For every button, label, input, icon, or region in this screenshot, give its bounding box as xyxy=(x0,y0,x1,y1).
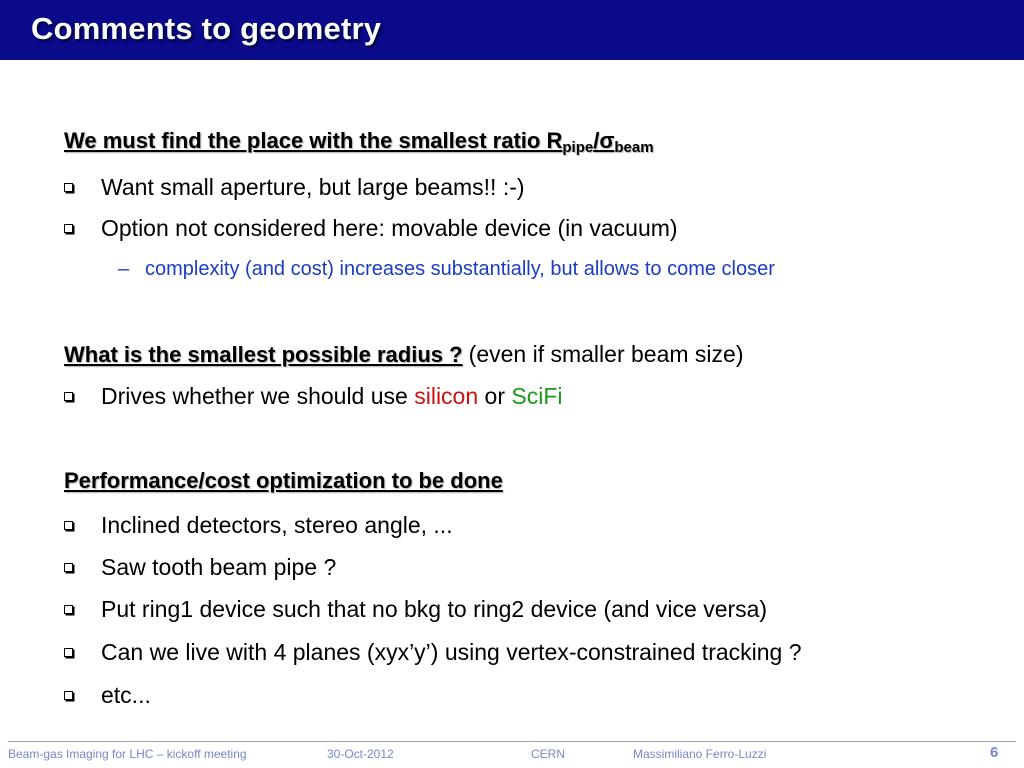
heading-ratio-sigma: σ xyxy=(599,128,615,153)
title-bar: Comments to geometry xyxy=(0,0,1024,60)
square-bullet-icon xyxy=(64,605,73,614)
section-heading-ratio: We must find the place with the smallest… xyxy=(64,128,654,156)
bullet-text: Drives whether we should use silicon or … xyxy=(101,383,563,410)
square-bullet-icon xyxy=(64,691,73,700)
heading-ratio-underlined: We must find the place with the smallest… xyxy=(64,128,654,156)
heading-radius-text: What is the smallest possible radius ? xyxy=(64,342,463,367)
bullet-text: Put ring1 device such that no bkg to rin… xyxy=(101,596,768,622)
bullet-text: Option not considered here: movable devi… xyxy=(101,215,678,241)
heading-ratio-text: We must find the place with the smallest… xyxy=(64,128,563,153)
square-bullet-icon xyxy=(64,648,73,657)
bullet-text: Can we live with 4 planes (xyx’y’) using… xyxy=(101,639,802,665)
slide-title: Comments to geometry xyxy=(31,11,382,46)
square-bullet-icon xyxy=(64,183,73,192)
scifi-label: SciFi xyxy=(511,383,563,409)
heading-radius-suffix: (even if smaller beam size) xyxy=(468,341,744,367)
bullet-text: etc... xyxy=(101,682,151,708)
footer-event: Beam-gas Imaging for LHC – kickoff meeti… xyxy=(8,747,247,761)
section-heading-performance: Performance/cost optimization to be done xyxy=(64,468,503,494)
heading-ratio-sub-beam: beam xyxy=(614,139,654,156)
heading-ratio-sub-pipe: pipe xyxy=(562,139,594,156)
footer-org: CERN xyxy=(531,747,566,761)
bullet-text: Want small aperture, but large beams!! :… xyxy=(101,174,525,200)
section-heading-radius: What is the smallest possible radius ? (… xyxy=(64,341,743,368)
square-bullet-icon xyxy=(64,224,73,233)
square-bullet-icon xyxy=(64,563,73,572)
bullet-text: Saw tooth beam pipe ? xyxy=(101,554,337,580)
sub-bullet-text: complexity (and cost) increases substant… xyxy=(145,258,775,280)
footer-date: 30-Oct-2012 xyxy=(327,747,394,761)
heading-performance-text: Performance/cost optimization to be done xyxy=(64,468,503,493)
silicon-label: silicon xyxy=(414,383,479,409)
bullet-or: or xyxy=(478,383,512,409)
bullet-text: Inclined detectors, stereo angle, ... xyxy=(101,512,453,538)
dash-bullet: – xyxy=(118,258,130,280)
footer-divider xyxy=(8,741,1016,742)
page-number: 6 xyxy=(990,744,999,761)
bullet-prefix: Drives whether we should use xyxy=(101,383,415,409)
square-bullet-icon xyxy=(64,521,73,530)
footer-author: Massimiliano Ferro-Luzzi xyxy=(633,747,767,761)
square-bullet-icon xyxy=(64,392,73,401)
